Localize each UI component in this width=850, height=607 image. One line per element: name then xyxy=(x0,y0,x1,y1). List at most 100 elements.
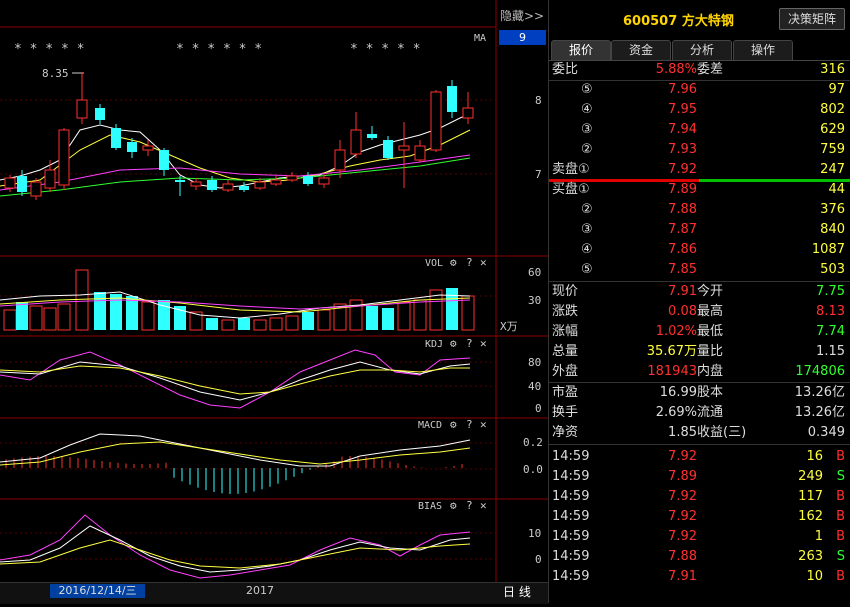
candle-body xyxy=(44,169,56,189)
order-price: 7.93 xyxy=(668,142,697,157)
order-level: ② xyxy=(581,202,593,217)
candle-body xyxy=(367,134,377,138)
order-volume: 503 xyxy=(820,262,845,277)
candle-body xyxy=(414,145,426,161)
quote-row: 总量 35.67万 量比 1.15 xyxy=(549,342,850,362)
volume-bar xyxy=(446,288,458,330)
vol-help-icon[interactable]: ? xyxy=(466,256,473,269)
kdj-close-icon[interactable]: ✕ xyxy=(480,337,487,350)
signal-stars-left: * * * * * xyxy=(14,42,84,57)
volume-bar xyxy=(75,269,89,331)
volume-bar xyxy=(206,318,218,330)
order-price: 7.95 xyxy=(668,102,697,117)
order-price: 7.94 xyxy=(668,122,697,137)
tab-quote[interactable]: 报价 xyxy=(551,40,611,60)
tick-time: 14:59 xyxy=(552,489,590,504)
candle-body xyxy=(17,176,27,192)
quote-label: 外盘 xyxy=(552,364,579,379)
order-volume: 376 xyxy=(820,202,845,217)
fund-label: 换手 xyxy=(552,405,579,420)
tick-side: B xyxy=(836,449,845,464)
quote-label: 涨跌 xyxy=(552,304,579,319)
fund-value: 2.69% xyxy=(655,405,697,420)
quote-value: 7.91 xyxy=(668,284,697,299)
fund-label: 市盈 xyxy=(552,385,579,400)
order-volume: 840 xyxy=(820,222,845,237)
quote-label: 最低 xyxy=(697,324,724,339)
tick-volume: 162 xyxy=(798,509,823,524)
buy-order-row: ② 7.88 376 xyxy=(549,200,850,220)
chart-bottom-bar: 2016/12/14/三 2017 日 线 xyxy=(0,582,548,604)
quote-row: 外盘 181943 内盘 174806 xyxy=(549,362,850,382)
tick-side: B xyxy=(836,489,845,504)
order-price: 7.92 xyxy=(668,162,697,177)
quote-value: 181943 xyxy=(647,364,697,379)
candle-body xyxy=(398,145,410,151)
order-level: 卖盘① xyxy=(552,162,590,177)
candle-body xyxy=(239,186,249,190)
quote-panel: 600507 方大特钢 决策矩阵 报价 资金 分析 操作 委比 5.88% 委差… xyxy=(548,0,850,603)
order-level: ③ xyxy=(581,222,593,237)
tick-price: 7.92 xyxy=(668,509,697,524)
sell-order-row: ② 7.93 759 xyxy=(549,140,850,160)
kdj-d-line xyxy=(0,365,470,395)
fund-value: 16.99 xyxy=(659,385,697,400)
tick-time: 14:59 xyxy=(552,549,590,564)
macd-axis-00: 0.0 xyxy=(523,463,543,476)
tab-analysis[interactable]: 分析 xyxy=(672,40,732,60)
order-price: 7.96 xyxy=(668,82,697,97)
bias-close-icon[interactable]: ✕ xyxy=(480,499,487,512)
candlestick-series xyxy=(4,72,474,200)
quote-label: 涨幅 xyxy=(552,324,579,339)
order-price: 7.85 xyxy=(668,262,697,277)
candle-body xyxy=(190,181,202,187)
kdj-gear-icon[interactable]: ⚙ xyxy=(450,337,457,350)
fundamental-row: 换手 2.69% 流通 13.26亿 xyxy=(549,403,850,423)
quote-value: 35.67万 xyxy=(646,344,697,359)
cursor-date-badge: 2016/12/14/三 xyxy=(50,584,145,598)
bias-help-icon[interactable]: ? xyxy=(466,499,473,512)
volume-bar xyxy=(397,301,411,331)
volume-bar xyxy=(269,317,283,331)
volume-bar xyxy=(285,315,299,331)
kdj-help-icon[interactable]: ? xyxy=(466,337,473,350)
tab-operation[interactable]: 操作 xyxy=(733,40,793,60)
candle-body xyxy=(318,177,330,185)
volume-bar xyxy=(221,319,235,331)
stock-header: 600507 方大特钢 决策矩阵 xyxy=(549,0,850,36)
candle-body xyxy=(447,86,457,112)
year-label: 2017 xyxy=(246,584,274,597)
bias-line-3 xyxy=(0,539,471,569)
period-selector-button[interactable]: 日 线 xyxy=(503,583,531,600)
stock-chart-area[interactable]: * * * * * * * * * * * * * * * * MA 8.35 … xyxy=(0,0,548,604)
order-price: 7.87 xyxy=(668,222,697,237)
buy-order-row: ⑤ 7.85 503 xyxy=(549,260,850,280)
candle-body xyxy=(430,91,442,151)
decision-matrix-button[interactable]: 决策矩阵 xyxy=(779,8,845,30)
tick-price: 7.92 xyxy=(668,489,697,504)
hide-panel-button[interactable]: 隐藏>> xyxy=(500,7,544,24)
volume-bar xyxy=(238,318,250,330)
kline-chart-svg[interactable]: * * * * * * * * * * * * * * * * MA 8.35 … xyxy=(0,0,548,603)
vol-axis-30: 30 xyxy=(528,294,541,307)
macd-gear-icon[interactable]: ⚙ xyxy=(450,418,457,431)
tick-volume: 16 xyxy=(806,449,823,464)
candle-body xyxy=(4,177,16,189)
fund-label: 流通 xyxy=(697,405,724,420)
tab-funds[interactable]: 资金 xyxy=(611,40,671,60)
bias-gear-icon[interactable]: ⚙ xyxy=(450,499,457,512)
tick-price: 7.89 xyxy=(668,469,697,484)
signal-stars-right: * * * * * xyxy=(350,42,420,57)
volume-bar xyxy=(141,301,155,331)
volume-bar xyxy=(3,309,17,331)
candle-body xyxy=(30,181,42,197)
vol-gear-icon[interactable]: ⚙ xyxy=(450,256,457,269)
volume-bar xyxy=(57,303,71,331)
vol-close-icon[interactable]: ✕ xyxy=(480,256,487,269)
order-volume: 247 xyxy=(820,162,845,177)
macd-close-icon[interactable]: ✕ xyxy=(480,418,487,431)
tick-row: 14:59 7.92 16 B xyxy=(549,447,850,467)
sell-order-row: 卖盘① 7.92 247 xyxy=(549,160,850,180)
macd-help-icon[interactable]: ? xyxy=(466,418,473,431)
signal-stars-mid: * * * * * * xyxy=(176,42,262,57)
